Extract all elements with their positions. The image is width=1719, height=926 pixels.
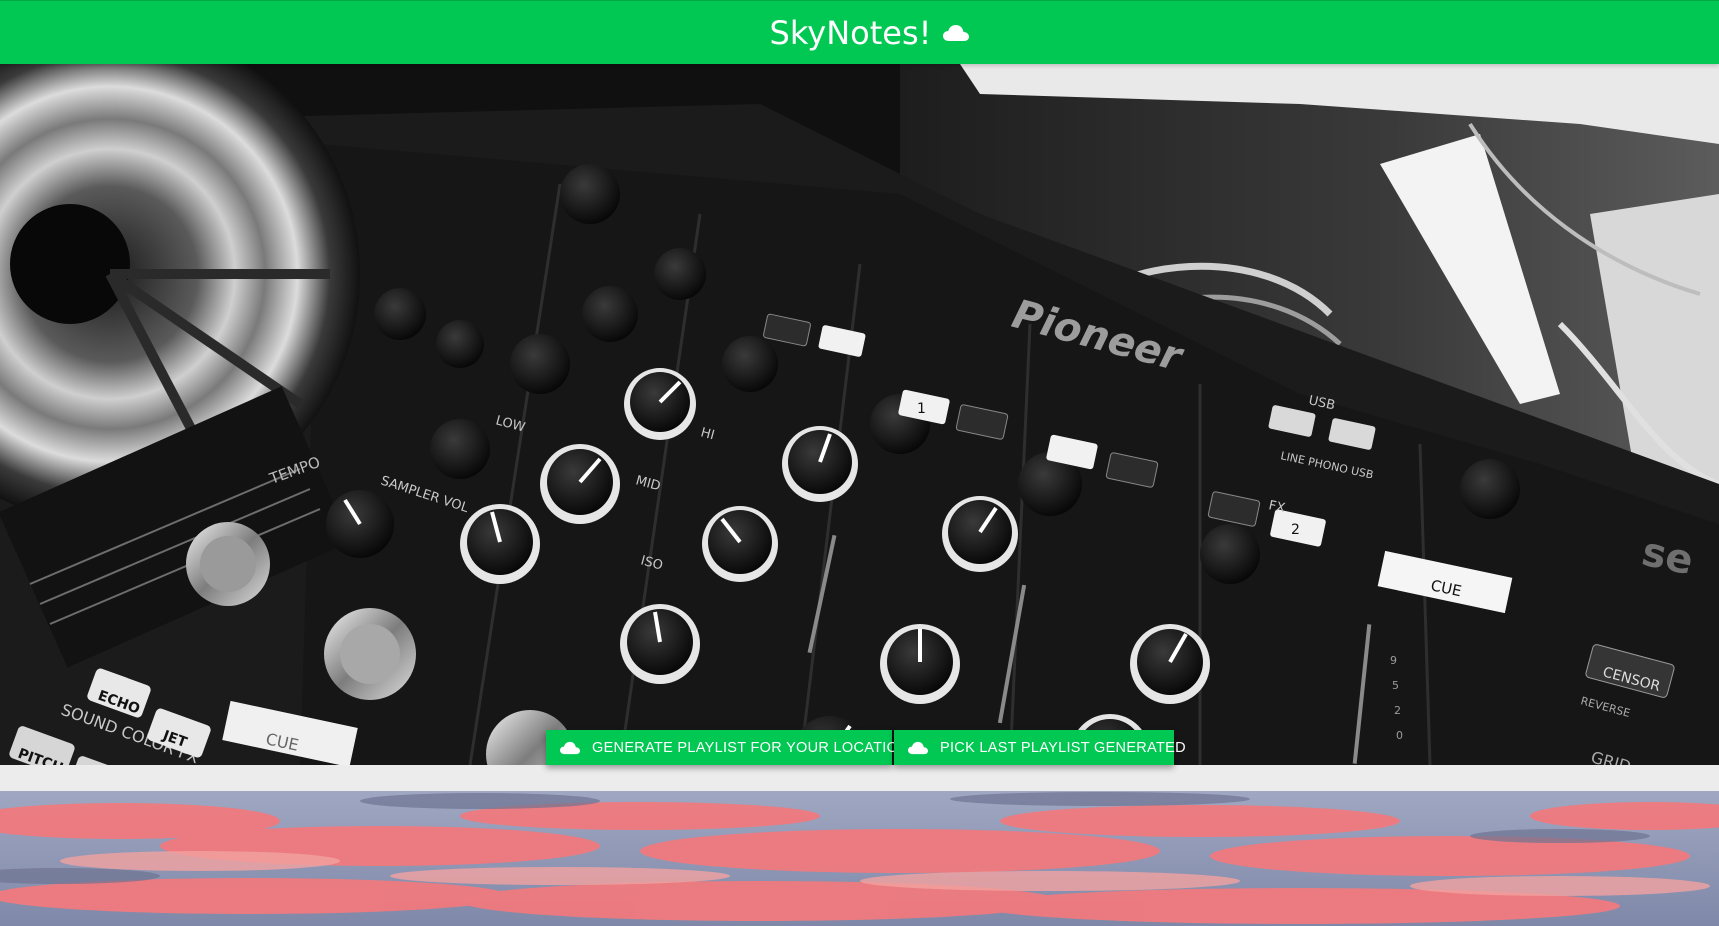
generate-playlist-label: Generate playlist for your location [592,739,909,756]
app-title: SkyNotes! [769,13,932,52]
hero-image-dj-mixer: TEMPO 1 2 CUE CUE Pioneer SAMPLER VOL SO… [0,64,1719,765]
pick-last-playlist-label: Pick last playlist generated [940,739,1186,756]
sunset-clouds-photo [0,791,1719,926]
sunset-sky-image [0,791,1719,926]
section-divider [0,765,1719,791]
fx2-label: 2 [1291,522,1300,538]
top-navbar: SkyNotes! [0,0,1719,64]
svg-text:9: 9 [1390,654,1397,667]
generate-playlist-button[interactable]: Generate playlist for your location [546,730,909,765]
pick-last-playlist-button[interactable]: Pick last playlist generated [894,730,1186,765]
brand[interactable]: SkyNotes! [770,14,970,52]
svg-text:2: 2 [1394,704,1401,717]
svg-text:0: 0 [1396,729,1403,742]
cloud-icon [560,741,580,755]
action-buttons: Generate playlist for your location Pick… [546,730,1186,765]
dj-mixer-photo: TEMPO 1 2 CUE CUE Pioneer SAMPLER VOL SO… [0,64,1719,765]
fx1-label: 1 [917,401,926,417]
cloud-icon [943,24,970,42]
cloud-icon [908,741,928,755]
svg-text:5: 5 [1392,679,1399,692]
